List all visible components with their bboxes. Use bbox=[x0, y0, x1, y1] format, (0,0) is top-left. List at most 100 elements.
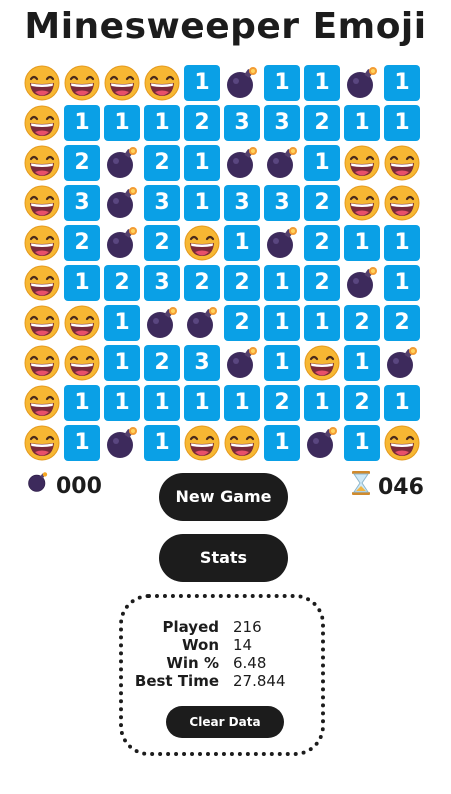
cell-bomb[interactable] bbox=[342, 263, 382, 303]
cell-number[interactable]: 3 bbox=[222, 103, 262, 143]
cell-bomb[interactable] bbox=[102, 183, 142, 223]
cell-unrevealed-emoji[interactable] bbox=[62, 303, 102, 343]
cell-number[interactable]: 1 bbox=[62, 103, 102, 143]
cell-number[interactable]: 1 bbox=[302, 63, 342, 103]
cell-bomb[interactable] bbox=[382, 343, 422, 383]
cell-bomb[interactable] bbox=[182, 303, 222, 343]
cell-number[interactable]: 1 bbox=[342, 343, 382, 383]
clear-data-button[interactable]: Clear Data bbox=[166, 706, 284, 738]
cell-unrevealed-emoji[interactable] bbox=[382, 423, 422, 463]
cell-unrevealed-emoji[interactable] bbox=[22, 383, 62, 423]
cell-number[interactable]: 1 bbox=[182, 63, 222, 103]
cell-number[interactable]: 2 bbox=[262, 383, 302, 423]
cell-number[interactable]: 1 bbox=[302, 303, 342, 343]
cell-bomb[interactable] bbox=[222, 63, 262, 103]
cell-unrevealed-emoji[interactable] bbox=[22, 183, 62, 223]
cell-unrevealed-emoji[interactable] bbox=[382, 143, 422, 183]
cell-number[interactable]: 1 bbox=[382, 223, 422, 263]
cell-number[interactable]: 2 bbox=[382, 303, 422, 343]
cell-number[interactable]: 2 bbox=[182, 263, 222, 303]
cell-number[interactable]: 3 bbox=[142, 263, 182, 303]
cell-number[interactable]: 1 bbox=[142, 103, 182, 143]
cell-unrevealed-emoji[interactable] bbox=[62, 63, 102, 103]
cell-number[interactable]: 1 bbox=[342, 223, 382, 263]
cell-bomb[interactable] bbox=[102, 423, 142, 463]
cell-unrevealed-emoji[interactable] bbox=[22, 263, 62, 303]
cell-number[interactable]: 1 bbox=[102, 383, 142, 423]
cell-number[interactable]: 2 bbox=[142, 143, 182, 183]
cell-number[interactable]: 1 bbox=[382, 263, 422, 303]
cell-unrevealed-emoji[interactable] bbox=[182, 423, 222, 463]
cell-bomb[interactable] bbox=[262, 223, 302, 263]
cell-unrevealed-emoji[interactable] bbox=[142, 63, 182, 103]
cell-number[interactable]: 2 bbox=[342, 303, 382, 343]
cell-number[interactable]: 1 bbox=[102, 303, 142, 343]
cell-unrevealed-emoji[interactable] bbox=[22, 423, 62, 463]
cell-number[interactable]: 3 bbox=[142, 183, 182, 223]
cell-bomb[interactable] bbox=[262, 143, 302, 183]
cell-number[interactable]: 1 bbox=[142, 423, 182, 463]
cell-number[interactable]: 2 bbox=[342, 383, 382, 423]
cell-unrevealed-emoji[interactable] bbox=[62, 343, 102, 383]
cell-number[interactable]: 1 bbox=[262, 303, 302, 343]
cell-number[interactable]: 2 bbox=[222, 263, 262, 303]
cell-unrevealed-emoji[interactable] bbox=[22, 103, 62, 143]
cell-number[interactable]: 2 bbox=[182, 103, 222, 143]
cell-number[interactable]: 3 bbox=[62, 183, 102, 223]
cell-unrevealed-emoji[interactable] bbox=[22, 223, 62, 263]
cell-number[interactable]: 2 bbox=[302, 223, 342, 263]
cell-number[interactable]: 1 bbox=[222, 223, 262, 263]
cell-unrevealed-emoji[interactable] bbox=[22, 143, 62, 183]
cell-number[interactable]: 2 bbox=[62, 143, 102, 183]
cell-number[interactable]: 1 bbox=[382, 63, 422, 103]
cell-unrevealed-emoji[interactable] bbox=[22, 343, 62, 383]
cell-number[interactable]: 2 bbox=[302, 103, 342, 143]
cell-unrevealed-emoji[interactable] bbox=[182, 223, 222, 263]
cell-unrevealed-emoji[interactable] bbox=[382, 183, 422, 223]
cell-number[interactable]: 2 bbox=[302, 183, 342, 223]
cell-number[interactable]: 2 bbox=[142, 343, 182, 383]
cell-number[interactable]: 1 bbox=[382, 103, 422, 143]
cell-unrevealed-emoji[interactable] bbox=[102, 63, 142, 103]
cell-number[interactable]: 1 bbox=[262, 423, 302, 463]
cell-number[interactable]: 2 bbox=[302, 263, 342, 303]
cell-number[interactable]: 1 bbox=[342, 103, 382, 143]
cell-number[interactable]: 1 bbox=[142, 383, 182, 423]
cell-bomb[interactable] bbox=[102, 223, 142, 263]
cell-number[interactable]: 2 bbox=[222, 303, 262, 343]
cell-bomb[interactable] bbox=[342, 63, 382, 103]
cell-number[interactable]: 3 bbox=[262, 183, 302, 223]
cell-number[interactable]: 1 bbox=[222, 383, 262, 423]
cell-number[interactable]: 1 bbox=[262, 263, 302, 303]
cell-number[interactable]: 1 bbox=[342, 423, 382, 463]
cell-number[interactable]: 1 bbox=[62, 423, 102, 463]
cell-bomb[interactable] bbox=[222, 343, 262, 383]
cell-number[interactable]: 1 bbox=[302, 143, 342, 183]
cell-number[interactable]: 1 bbox=[102, 343, 142, 383]
cell-number[interactable]: 1 bbox=[102, 103, 142, 143]
cell-number[interactable]: 1 bbox=[62, 383, 102, 423]
new-game-button[interactable]: New Game bbox=[159, 473, 288, 521]
cell-unrevealed-emoji[interactable] bbox=[222, 423, 262, 463]
cell-bomb[interactable] bbox=[102, 143, 142, 183]
stats-button[interactable]: Stats bbox=[159, 534, 288, 582]
cell-unrevealed-emoji[interactable] bbox=[22, 303, 62, 343]
cell-number[interactable]: 3 bbox=[182, 343, 222, 383]
cell-bomb[interactable] bbox=[142, 303, 182, 343]
cell-unrevealed-emoji[interactable] bbox=[342, 183, 382, 223]
cell-number[interactable]: 1 bbox=[62, 263, 102, 303]
cell-number[interactable]: 1 bbox=[262, 63, 302, 103]
cell-unrevealed-emoji[interactable] bbox=[22, 63, 62, 103]
cell-number[interactable]: 1 bbox=[262, 343, 302, 383]
cell-unrevealed-emoji[interactable] bbox=[342, 143, 382, 183]
cell-number[interactable]: 2 bbox=[102, 263, 142, 303]
cell-number[interactable]: 3 bbox=[262, 103, 302, 143]
cell-number[interactable]: 3 bbox=[222, 183, 262, 223]
cell-number[interactable]: 1 bbox=[302, 383, 342, 423]
cell-number[interactable]: 1 bbox=[182, 383, 222, 423]
cell-number[interactable]: 2 bbox=[142, 223, 182, 263]
minesweeper-board[interactable]: 1 11 1 111233211 2 21 1 3 3 1 3 3 2 2 2 … bbox=[22, 63, 424, 465]
cell-bomb[interactable] bbox=[222, 143, 262, 183]
cell-bomb[interactable] bbox=[302, 423, 342, 463]
cell-number[interactable]: 1 bbox=[382, 383, 422, 423]
